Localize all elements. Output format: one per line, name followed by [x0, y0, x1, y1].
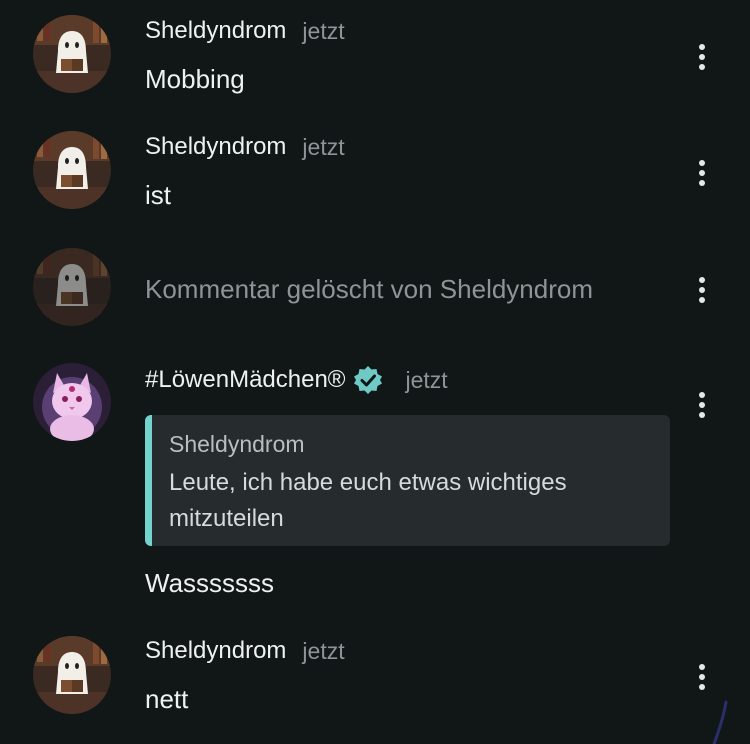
more-vertical-icon — [699, 664, 705, 670]
author-name[interactable]: Sheldyndrom — [145, 637, 286, 665]
timestamp: jetzt — [302, 133, 345, 160]
more-vertical-icon — [699, 44, 705, 50]
pink-cat-avatar — [33, 363, 111, 441]
more-vertical-icon — [699, 160, 705, 166]
quote-text: Leute, ich habe euch etwas wichtiges mit… — [169, 469, 567, 532]
avatar[interactable] — [33, 131, 111, 209]
more-options-button[interactable] — [690, 156, 714, 190]
comment-header: Sheldyndrom jetzt — [145, 133, 345, 161]
quote-author: Sheldyndrom — [169, 431, 305, 457]
quoted-comment[interactable]: Sheldyndrom Leute, ich habe euch etwas w… — [145, 415, 670, 546]
comment-text: Wasssssss — [145, 568, 275, 598]
comment-text: ist — [145, 180, 171, 210]
comment-text: Mobbing — [145, 64, 245, 94]
timestamp: jetzt — [405, 366, 448, 393]
comment-header: Sheldyndrom jetzt — [145, 17, 345, 45]
ghost-reading-avatar — [33, 248, 111, 326]
more-vertical-icon — [699, 392, 705, 398]
quote-accent-bar — [145, 415, 152, 546]
ghost-reading-avatar — [33, 636, 111, 714]
timestamp: jetzt — [302, 17, 345, 44]
avatar[interactable] — [33, 15, 111, 93]
avatar[interactable] — [33, 248, 111, 326]
more-vertical-icon — [699, 277, 705, 283]
avatar[interactable] — [33, 363, 111, 441]
comment-header: #LöwenMädchen® jetzt — [145, 365, 448, 395]
ghost-reading-avatar — [33, 131, 111, 209]
comment-text: nett — [145, 684, 189, 714]
more-options-button[interactable] — [690, 660, 714, 694]
verified-badge-icon — [354, 366, 383, 394]
author-name[interactable]: Sheldyndrom — [145, 133, 286, 161]
avatar[interactable] — [33, 636, 111, 714]
pen-stroke-mark — [712, 700, 728, 744]
more-options-button[interactable] — [690, 40, 714, 74]
deleted-comment-text: Kommentar gelöscht von Sheldyndrom — [145, 274, 594, 304]
more-options-button[interactable] — [690, 273, 714, 307]
comment-header: Sheldyndrom jetzt — [145, 637, 345, 665]
ghost-reading-avatar — [33, 15, 111, 93]
timestamp: jetzt — [302, 637, 345, 664]
author-name[interactable]: Sheldyndrom — [145, 17, 286, 45]
more-options-button[interactable] — [690, 388, 714, 422]
author-name[interactable]: #LöwenMädchen® — [145, 366, 345, 394]
